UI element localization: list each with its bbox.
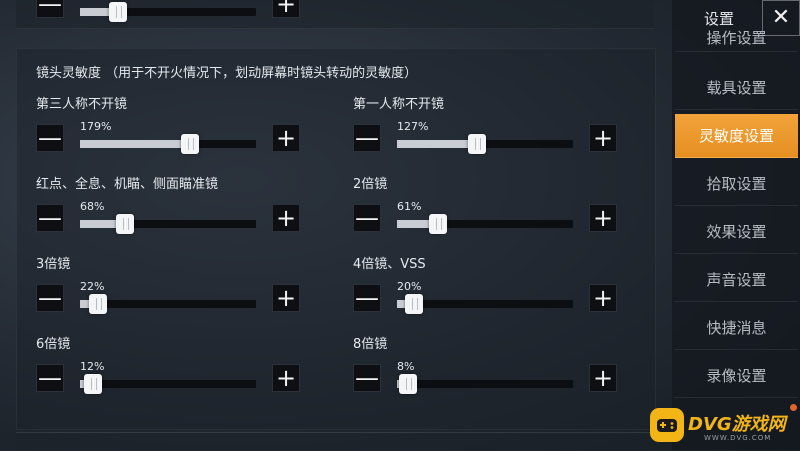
8x-scope-label: 8倍镜 [353,337,388,352]
third-person-no-scope-slider-fill [80,140,190,148]
first-person-no-scope-slider-knob[interactable] [468,134,486,154]
6x-scope-plus-button[interactable]: + [272,364,300,392]
4x-scope-vss-slider-track[interactable] [397,294,573,314]
first-person-no-scope-slider-fill [397,140,477,148]
red-dot-holo-iron-sight-plus-button[interactable]: + [272,204,300,232]
3x-scope-slider-track[interactable] [80,294,256,314]
third-person-no-scope-minus-button[interactable]: — [36,124,64,152]
third-person-no-scope-percent: 179% [80,120,112,133]
6x-scope-minus-button[interactable]: — [36,364,64,392]
3x-scope-plus-button[interactable]: + [272,284,300,312]
first-person-no-scope-minus-button[interactable]: — [353,124,381,152]
third-person-no-scope-slider-knob[interactable] [181,134,199,154]
8x-scope-slider-knob[interactable] [399,374,417,394]
6x-scope-label: 6倍镜 [36,337,71,352]
section-title: 镜头灵敏度 （用于不开火情况下，划动屏幕时镜头转动的灵敏度） [36,66,418,81]
sidebar-item-controls[interactable]: 操作设置 [675,30,798,52]
2x-scope-slider-knob[interactable] [429,214,447,234]
2x-scope-percent: 61% [397,200,422,213]
prev-plus-button[interactable]: + [272,0,300,18]
watermark-dot [790,404,797,411]
sidebar-item-effects[interactable]: 效果设置 [675,210,798,254]
4x-scope-vss-percent: 20% [397,280,422,293]
next-section-panel [16,432,654,451]
third-person-no-scope-plus-button[interactable]: + [272,124,300,152]
sidebar-item-vehicle[interactable]: 载具设置 [675,66,798,110]
sidebar-item-sensitivity[interactable]: 灵敏度设置 [675,114,798,158]
third-person-no-scope-label: 第三人称不开镜 [36,97,128,112]
4x-scope-vss-label: 4倍镜、VSS [353,257,426,272]
8x-scope-percent: 8% [397,360,415,373]
watermark-url: WWW.DVG.COM [704,434,772,442]
3x-scope-slider-knob[interactable] [89,294,107,314]
8x-scope-slider-track[interactable] [397,374,573,394]
sidebar-item-sound[interactable]: 声音设置 [675,258,798,302]
watermark-brand: DVG游戏网 [688,414,786,435]
sidebar-title: 设置 [704,10,735,28]
4x-scope-vss-slider-knob[interactable] [405,294,423,314]
red-dot-holo-iron-sight-slider-track[interactable] [80,214,256,234]
first-person-no-scope-plus-button[interactable]: + [589,124,617,152]
third-person-no-scope-slider-track[interactable] [80,134,256,154]
first-person-no-scope-label: 第一人称不开镜 [353,97,445,112]
sidebar-item-replay[interactable]: 录像设置 [675,354,798,398]
8x-scope-minus-button[interactable]: — [353,364,381,392]
2x-scope-plus-button[interactable]: + [589,204,617,232]
prev-slider-track[interactable] [80,2,256,22]
red-dot-holo-iron-sight-label: 红点、全息、机瞄、侧面瞄准镜 [36,177,219,192]
first-person-no-scope-slider-track[interactable] [397,134,573,154]
sidebar-item-quick-messages[interactable]: 快捷消息 [675,306,798,350]
prev-slider-knob[interactable] [109,2,127,22]
3x-scope-minus-button[interactable]: — [36,284,64,312]
gamepad-logo-icon [650,408,684,442]
red-dot-holo-iron-sight-slider-knob[interactable] [116,214,134,234]
2x-scope-slider-track[interactable] [397,214,573,234]
2x-scope-minus-button[interactable]: — [353,204,381,232]
4x-scope-vss-minus-button[interactable]: — [353,284,381,312]
sidebar-item-pickup[interactable]: 拾取设置 [675,162,798,206]
watermark: DVG游戏网 WWW.DVG.COM [650,402,800,450]
red-dot-holo-iron-sight-minus-button[interactable]: — [36,204,64,232]
prev-minus-button[interactable]: — [36,0,64,18]
2x-scope-label: 2倍镜 [353,177,388,192]
6x-scope-slider-knob[interactable] [84,374,102,394]
red-dot-holo-iron-sight-percent: 68% [80,200,105,213]
8x-scope-plus-button[interactable]: + [589,364,617,392]
3x-scope-percent: 22% [80,280,105,293]
6x-scope-slider-track[interactable] [80,374,256,394]
6x-scope-percent: 12% [80,360,105,373]
3x-scope-label: 3倍镜 [36,257,71,272]
first-person-no-scope-percent: 127% [397,120,429,133]
4x-scope-vss-plus-button[interactable]: + [589,284,617,312]
